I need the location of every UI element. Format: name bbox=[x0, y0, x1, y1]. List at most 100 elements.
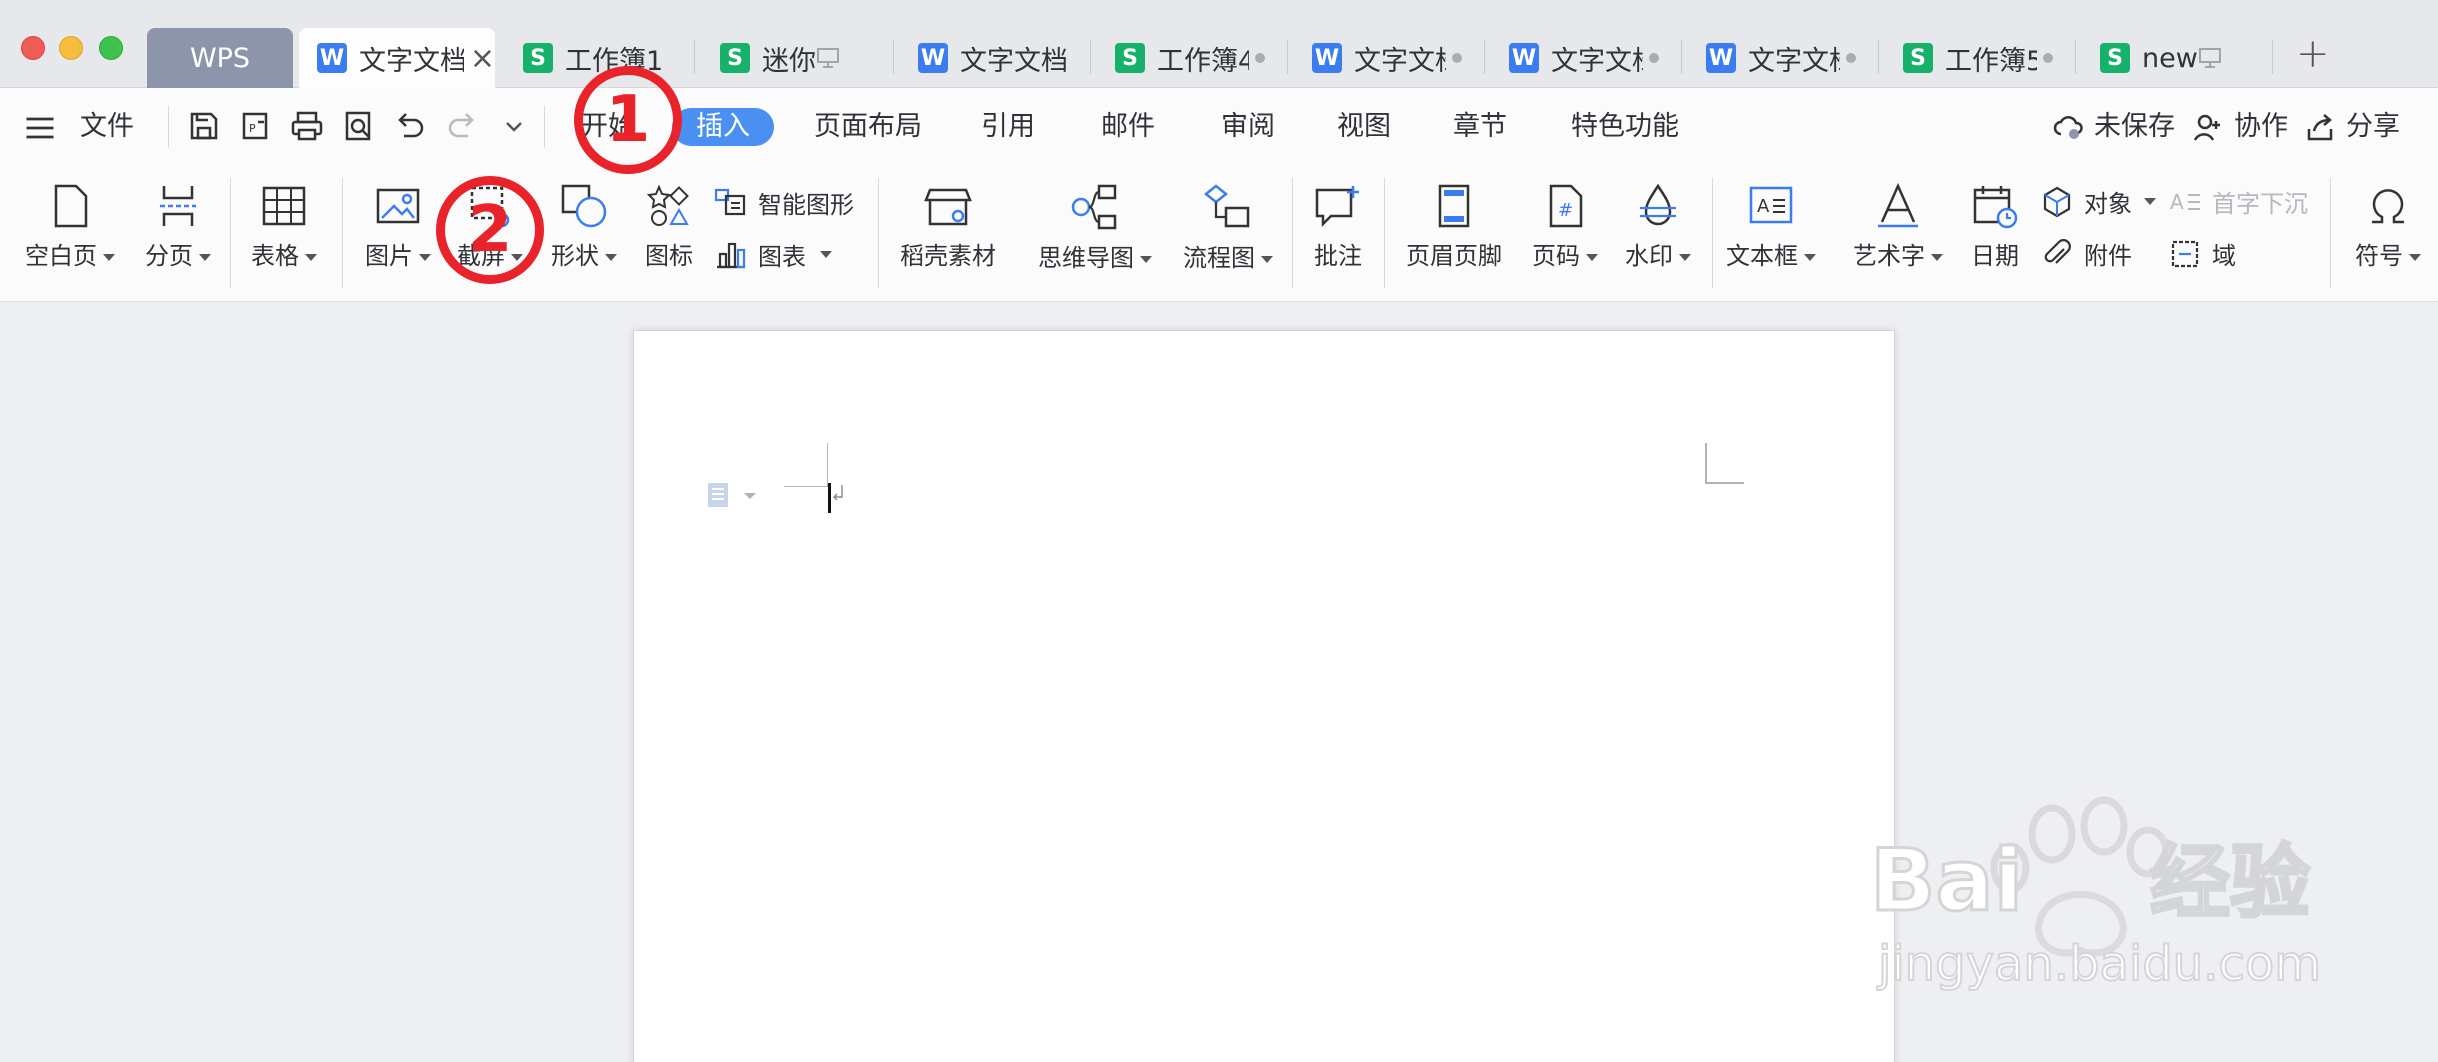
monitor-icon bbox=[817, 48, 839, 68]
tab-document-active[interactable]: W 文字文档 × bbox=[299, 28, 495, 88]
chevron-down-icon bbox=[1804, 253, 1816, 261]
object-button[interactable]: 对象 bbox=[2040, 184, 2156, 219]
header-footer-icon bbox=[1438, 184, 1470, 228]
watermark-button[interactable]: 水印 bbox=[1622, 182, 1694, 271]
baidu-watermark: Bai 经验 jingyan.baidu.com bbox=[1869, 790, 2330, 1020]
menu-bar: 文件 P 开始 插入 页面布局 引用 邮件 审阅 视图 章节 特色功能 未保存 … bbox=[0, 88, 2438, 164]
print-preview-icon[interactable] bbox=[341, 108, 377, 144]
close-window-button[interactable] bbox=[21, 36, 45, 60]
tab-workbook[interactable]: S 工作簿5 bbox=[1885, 28, 2075, 88]
maximize-window-button[interactable] bbox=[99, 36, 123, 60]
chevron-down-icon bbox=[1261, 255, 1273, 263]
menu-references[interactable]: 引用 bbox=[981, 108, 1035, 146]
redo-icon[interactable] bbox=[444, 108, 480, 144]
spreadsheet-icon: S bbox=[523, 43, 553, 73]
customize-quick-access-icon[interactable] bbox=[502, 114, 526, 138]
menu-page-layout[interactable]: 页面布局 bbox=[814, 108, 922, 146]
field-icon bbox=[2171, 240, 2199, 267]
paperclip-icon bbox=[2044, 238, 2071, 264]
baidu-paw-logo: Bai 经验 jingyan.baidu.com bbox=[1869, 796, 2322, 993]
close-tab-icon[interactable]: × bbox=[470, 41, 495, 76]
attachment-button[interactable]: 附件 bbox=[2040, 236, 2132, 271]
tab-document[interactable]: W 文字文档 bbox=[1688, 28, 1878, 88]
menu-special-features[interactable]: 特色功能 bbox=[1571, 108, 1679, 146]
collaborate-label: 协作 bbox=[2234, 111, 2288, 142]
table-button[interactable]: 表格 bbox=[246, 182, 322, 271]
menu-review[interactable]: 审阅 bbox=[1221, 108, 1275, 146]
blank-page-icon bbox=[54, 184, 88, 228]
export-pdf-icon[interactable]: P bbox=[238, 108, 274, 144]
comment-label: 批注 bbox=[1314, 242, 1362, 270]
field-button[interactable]: 域 bbox=[2168, 236, 2236, 271]
page-number-button[interactable]: # 页码 bbox=[1528, 182, 1602, 271]
mindmap-button[interactable]: 思维导图 bbox=[1034, 182, 1156, 273]
hamburger-menu-icon[interactable] bbox=[22, 110, 58, 146]
smart-shape-button[interactable]: 智能图形 bbox=[712, 184, 854, 220]
svg-text:A: A bbox=[1757, 196, 1770, 217]
tab-wps-home[interactable]: WPS bbox=[147, 28, 293, 88]
file-menu[interactable]: 文件 bbox=[80, 108, 134, 146]
drop-cap-button[interactable]: A 首字下沉 bbox=[2168, 184, 2308, 219]
share-icon bbox=[2307, 114, 2333, 141]
menu-mailings[interactable]: 邮件 bbox=[1101, 108, 1155, 146]
share-button[interactable]: 分享 bbox=[2304, 108, 2400, 146]
shape-button[interactable]: 形状 bbox=[548, 182, 620, 271]
margin-corner-top-left bbox=[784, 443, 828, 487]
calendar-icon bbox=[1973, 186, 2018, 229]
icon-button[interactable]: 图标 bbox=[636, 182, 702, 271]
unsaved-dot-icon bbox=[1452, 53, 1462, 63]
tab-label: 迷你 bbox=[762, 45, 816, 77]
page-number-label: 页码 bbox=[1532, 242, 1580, 270]
tab-mini[interactable]: S 迷你 bbox=[702, 28, 892, 88]
chevron-down-icon bbox=[1586, 253, 1598, 261]
shape-label: 形状 bbox=[551, 242, 599, 270]
paragraph-mark-icon bbox=[833, 485, 843, 501]
comment-button[interactable]: 批注 bbox=[1308, 182, 1368, 271]
flowchart-label: 流程图 bbox=[1183, 244, 1255, 272]
collaborate-button[interactable]: 协作 bbox=[2192, 108, 2288, 146]
monitor-icon bbox=[2198, 48, 2221, 68]
flowchart-button[interactable]: 流程图 bbox=[1178, 182, 1278, 273]
tab-document[interactable]: W 文字文档 bbox=[1294, 28, 1484, 88]
spreadsheet-icon: S bbox=[720, 43, 750, 73]
symbol-button[interactable]: 符号 bbox=[2348, 182, 2428, 271]
document-workspace: Bai 经验 jingyan.baidu.com bbox=[0, 302, 2438, 1062]
print-icon[interactable] bbox=[289, 108, 325, 144]
menu-insert[interactable]: 插入 bbox=[672, 108, 774, 146]
chevron-down-icon bbox=[103, 253, 115, 261]
tab-workbook[interactable]: S 工作簿4 bbox=[1097, 28, 1287, 88]
chevron-down-icon bbox=[199, 253, 211, 261]
header-footer-button[interactable]: 页眉页脚 bbox=[1398, 182, 1510, 271]
picture-label: 图片 bbox=[365, 242, 413, 270]
date-button[interactable]: 日期 bbox=[1964, 182, 2026, 271]
new-tab-button[interactable]: + bbox=[2296, 34, 2330, 74]
wordart-label: 艺术字 bbox=[1853, 242, 1925, 270]
tab-document[interactable]: W 文字文档 bbox=[900, 28, 1090, 88]
unsaved-status[interactable]: 未保存 bbox=[2052, 108, 2175, 146]
shape-icon bbox=[561, 184, 607, 228]
save-icon[interactable] bbox=[186, 108, 222, 144]
tab-new[interactable]: S new bbox=[2082, 28, 2272, 88]
unsaved-dot-icon bbox=[1846, 53, 1856, 63]
menu-view[interactable]: 视图 bbox=[1337, 108, 1391, 146]
document-page[interactable] bbox=[633, 330, 1895, 1062]
tab-document[interactable]: W 文字文档 bbox=[1491, 28, 1681, 88]
docer-resources-button[interactable]: 稻壳素材 bbox=[898, 182, 998, 271]
tab-label: 文字文档 bbox=[1748, 45, 1840, 77]
comment-icon bbox=[1315, 186, 1359, 228]
paragraph-layout-icon[interactable] bbox=[706, 481, 766, 511]
wordart-button[interactable]: 艺术字 bbox=[1846, 182, 1950, 271]
attachment-label: 附件 bbox=[2084, 242, 2132, 270]
page-break-label: 分页 bbox=[145, 242, 193, 270]
undo-icon[interactable] bbox=[392, 108, 428, 144]
page-break-button[interactable]: 分页 bbox=[138, 182, 218, 271]
textbox-button[interactable]: A 文本框 bbox=[1716, 182, 1826, 271]
minimize-window-button[interactable] bbox=[59, 36, 83, 60]
chart-button[interactable]: 图表 bbox=[712, 236, 832, 272]
icon-label: 图标 bbox=[645, 242, 693, 270]
flowchart-icon bbox=[1203, 184, 1250, 228]
menu-chapter[interactable]: 章节 bbox=[1453, 108, 1507, 146]
blank-page-button[interactable]: 空白页 bbox=[22, 182, 118, 271]
chevron-down-icon bbox=[1679, 253, 1691, 261]
picture-button[interactable]: 图片 bbox=[360, 182, 436, 271]
